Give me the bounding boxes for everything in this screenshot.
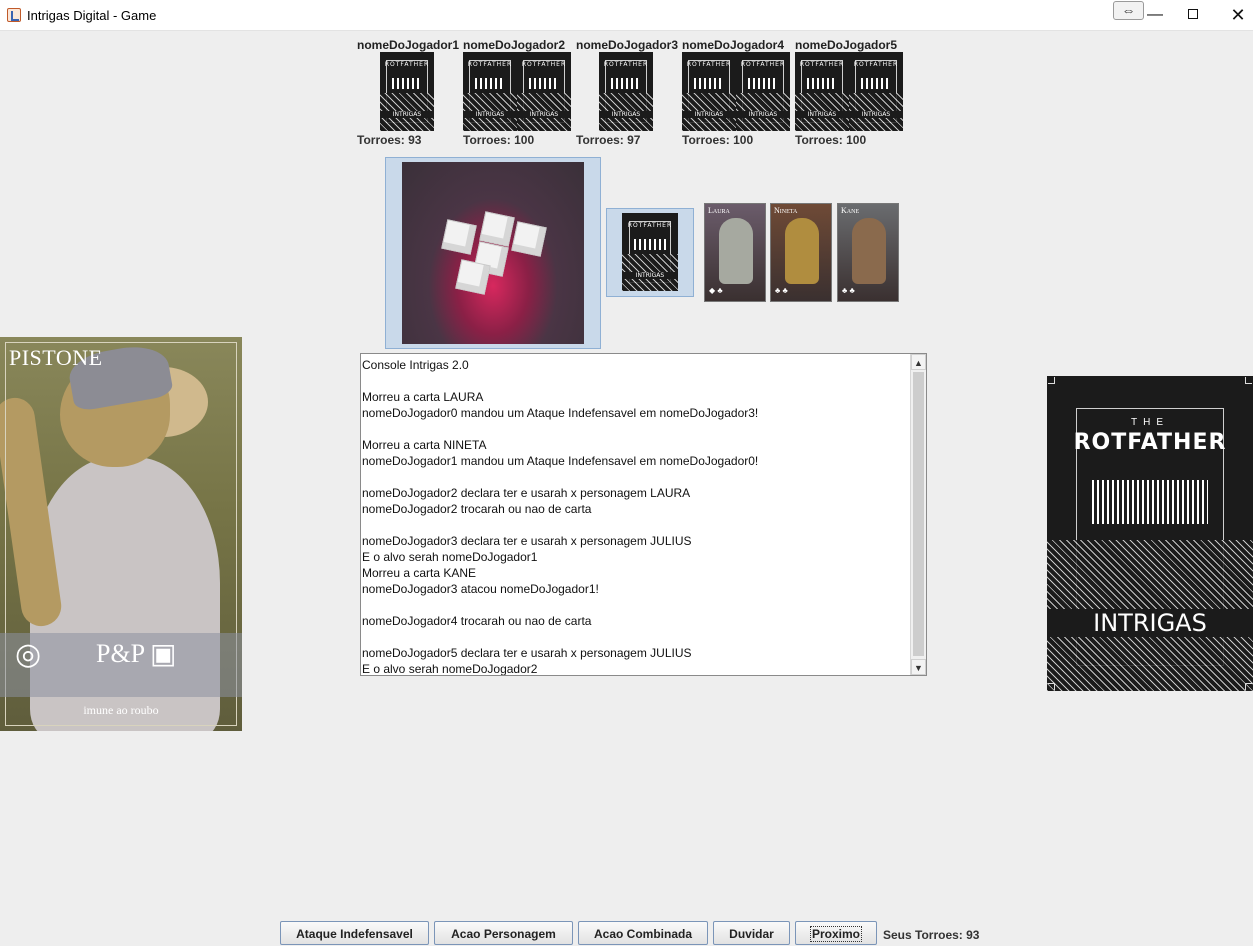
console-line: nomeDoJogador5 declara ter e usarah x pe… [362,646,692,660]
card-initials: P&P [96,639,146,668]
player-torroes-2: Torroes: 100 [463,133,535,147]
window-title: Intrigas Digital - Game [27,8,157,23]
opponent-card-back[interactable]: ROTFATHER INTRIGAS [463,52,517,131]
opponent-card-back[interactable]: ROTFATHER INTRIGAS [849,52,903,131]
opponent-card-back[interactable]: ROTFATHER INTRIGAS [517,52,571,131]
console-line: E o alvo serah nomeDoJogador2 [362,662,538,676]
opponent-card-back[interactable]: ROTFATHER INTRIGAS [795,52,849,131]
card-caption: imune ao roubo [83,703,159,717]
deck-card-back: ROTFATHER INTRIGAS [622,213,678,291]
window-titlebar: Intrigas Digital - Game ⇔ — ✕ [0,0,1253,31]
dead-card-laura: LAURA ◆ ♣ [704,203,766,302]
console-line: nomeDoJogador2 trocarah ou nao de carta [362,502,592,516]
console-line: nomeDoJogador2 declara ter e usarah x pe… [362,486,691,500]
player-torroes-1: Torroes: 93 [357,133,422,147]
duvidar-button[interactable]: Duvidar [713,921,790,945]
opponent-card-back[interactable]: ROTFATHER INTRIGAS [599,52,653,131]
opponent-card-back[interactable]: ROTFATHER INTRIGAS [380,52,434,131]
console-line: Morreu a carta NINETA [362,438,487,452]
console-line: nomeDoJogador0 mandou um Ataque Indefens… [362,406,759,420]
console-line: Console Intrigas 2.0 [362,358,469,372]
my-hidden-card-back[interactable]: THE ROTFATHER INTRIGAS [1047,376,1253,691]
dead-card-nineta: NINETA ♣ ♣ [770,203,832,302]
console-text: Console Intrigas 2.0 Morreu a carta LAURA… [362,357,910,676]
maximize-icon [1188,9,1198,19]
scroll-down-arrow[interactable]: ▼ [911,659,926,675]
scroll-up-arrow[interactable]: ▲ [911,354,926,370]
proximo-button[interactable]: Proximo [795,921,877,945]
player-name-1: nomeDoJogador1 [357,38,460,52]
card-title: PISTONE [9,345,103,370]
player-name-3: nomeDoJogador3 [576,38,679,52]
console-line: nomeDoJogador3 atacou nomeDoJogador1! [362,582,599,596]
maximize-button[interactable] [1178,4,1208,26]
ability-icons: ◎ [15,638,54,671]
opponent-card-back[interactable]: ROTFATHER INTRIGAS [682,52,736,131]
sugar-cubes-image [402,162,584,344]
console-log[interactable]: Console Intrigas 2.0 Morreu a carta LAURA… [360,353,927,676]
seus-torroes-label: Seus Torroes: 93 [883,928,980,942]
close-button[interactable]: ✕ [1223,4,1253,26]
player-torroes-5: Torroes: 100 [795,133,867,147]
acao-combinada-button[interactable]: Acao Combinada [578,921,708,945]
scroll-thumb[interactable] [913,372,924,656]
minimize-button[interactable]: — [1140,4,1170,26]
lock-card-icon: ▣ [150,638,177,669]
console-scrollbar[interactable]: ▲ ▼ [910,354,926,675]
dead-card-kane: KANE ♣ ♣ [837,203,899,302]
java-app-icon [7,8,21,22]
console-line: E o alvo serah nomeDoJogador1 [362,550,538,564]
player-name-2: nomeDoJogador2 [463,38,566,52]
my-character-card[interactable]: PISTONE ◎ P&P ▣ imune ao roubo [0,337,242,731]
console-line: Morreu a carta KANE [362,566,477,580]
player-torroes-3: Torroes: 97 [576,133,641,147]
console-line: Morreu a carta LAURA [362,390,484,404]
console-line: nomeDoJogador1 mandou um Ataque Indefens… [362,454,759,468]
player-name-4: nomeDoJogador4 [682,38,785,52]
player-torroes-4: Torroes: 100 [682,133,754,147]
player-name-5: nomeDoJogador5 [795,38,898,52]
console-line: nomeDoJogador4 trocarah ou nao de carta [362,614,592,628]
console-line: nomeDoJogador3 declara ter e usarah x pe… [362,534,692,548]
acao-personagem-button[interactable]: Acao Personagem [434,921,573,945]
ataque-indefensavel-button[interactable]: Ataque Indefensavel [280,921,429,945]
opponent-card-back[interactable]: ROTFATHER INTRIGAS [736,52,790,131]
